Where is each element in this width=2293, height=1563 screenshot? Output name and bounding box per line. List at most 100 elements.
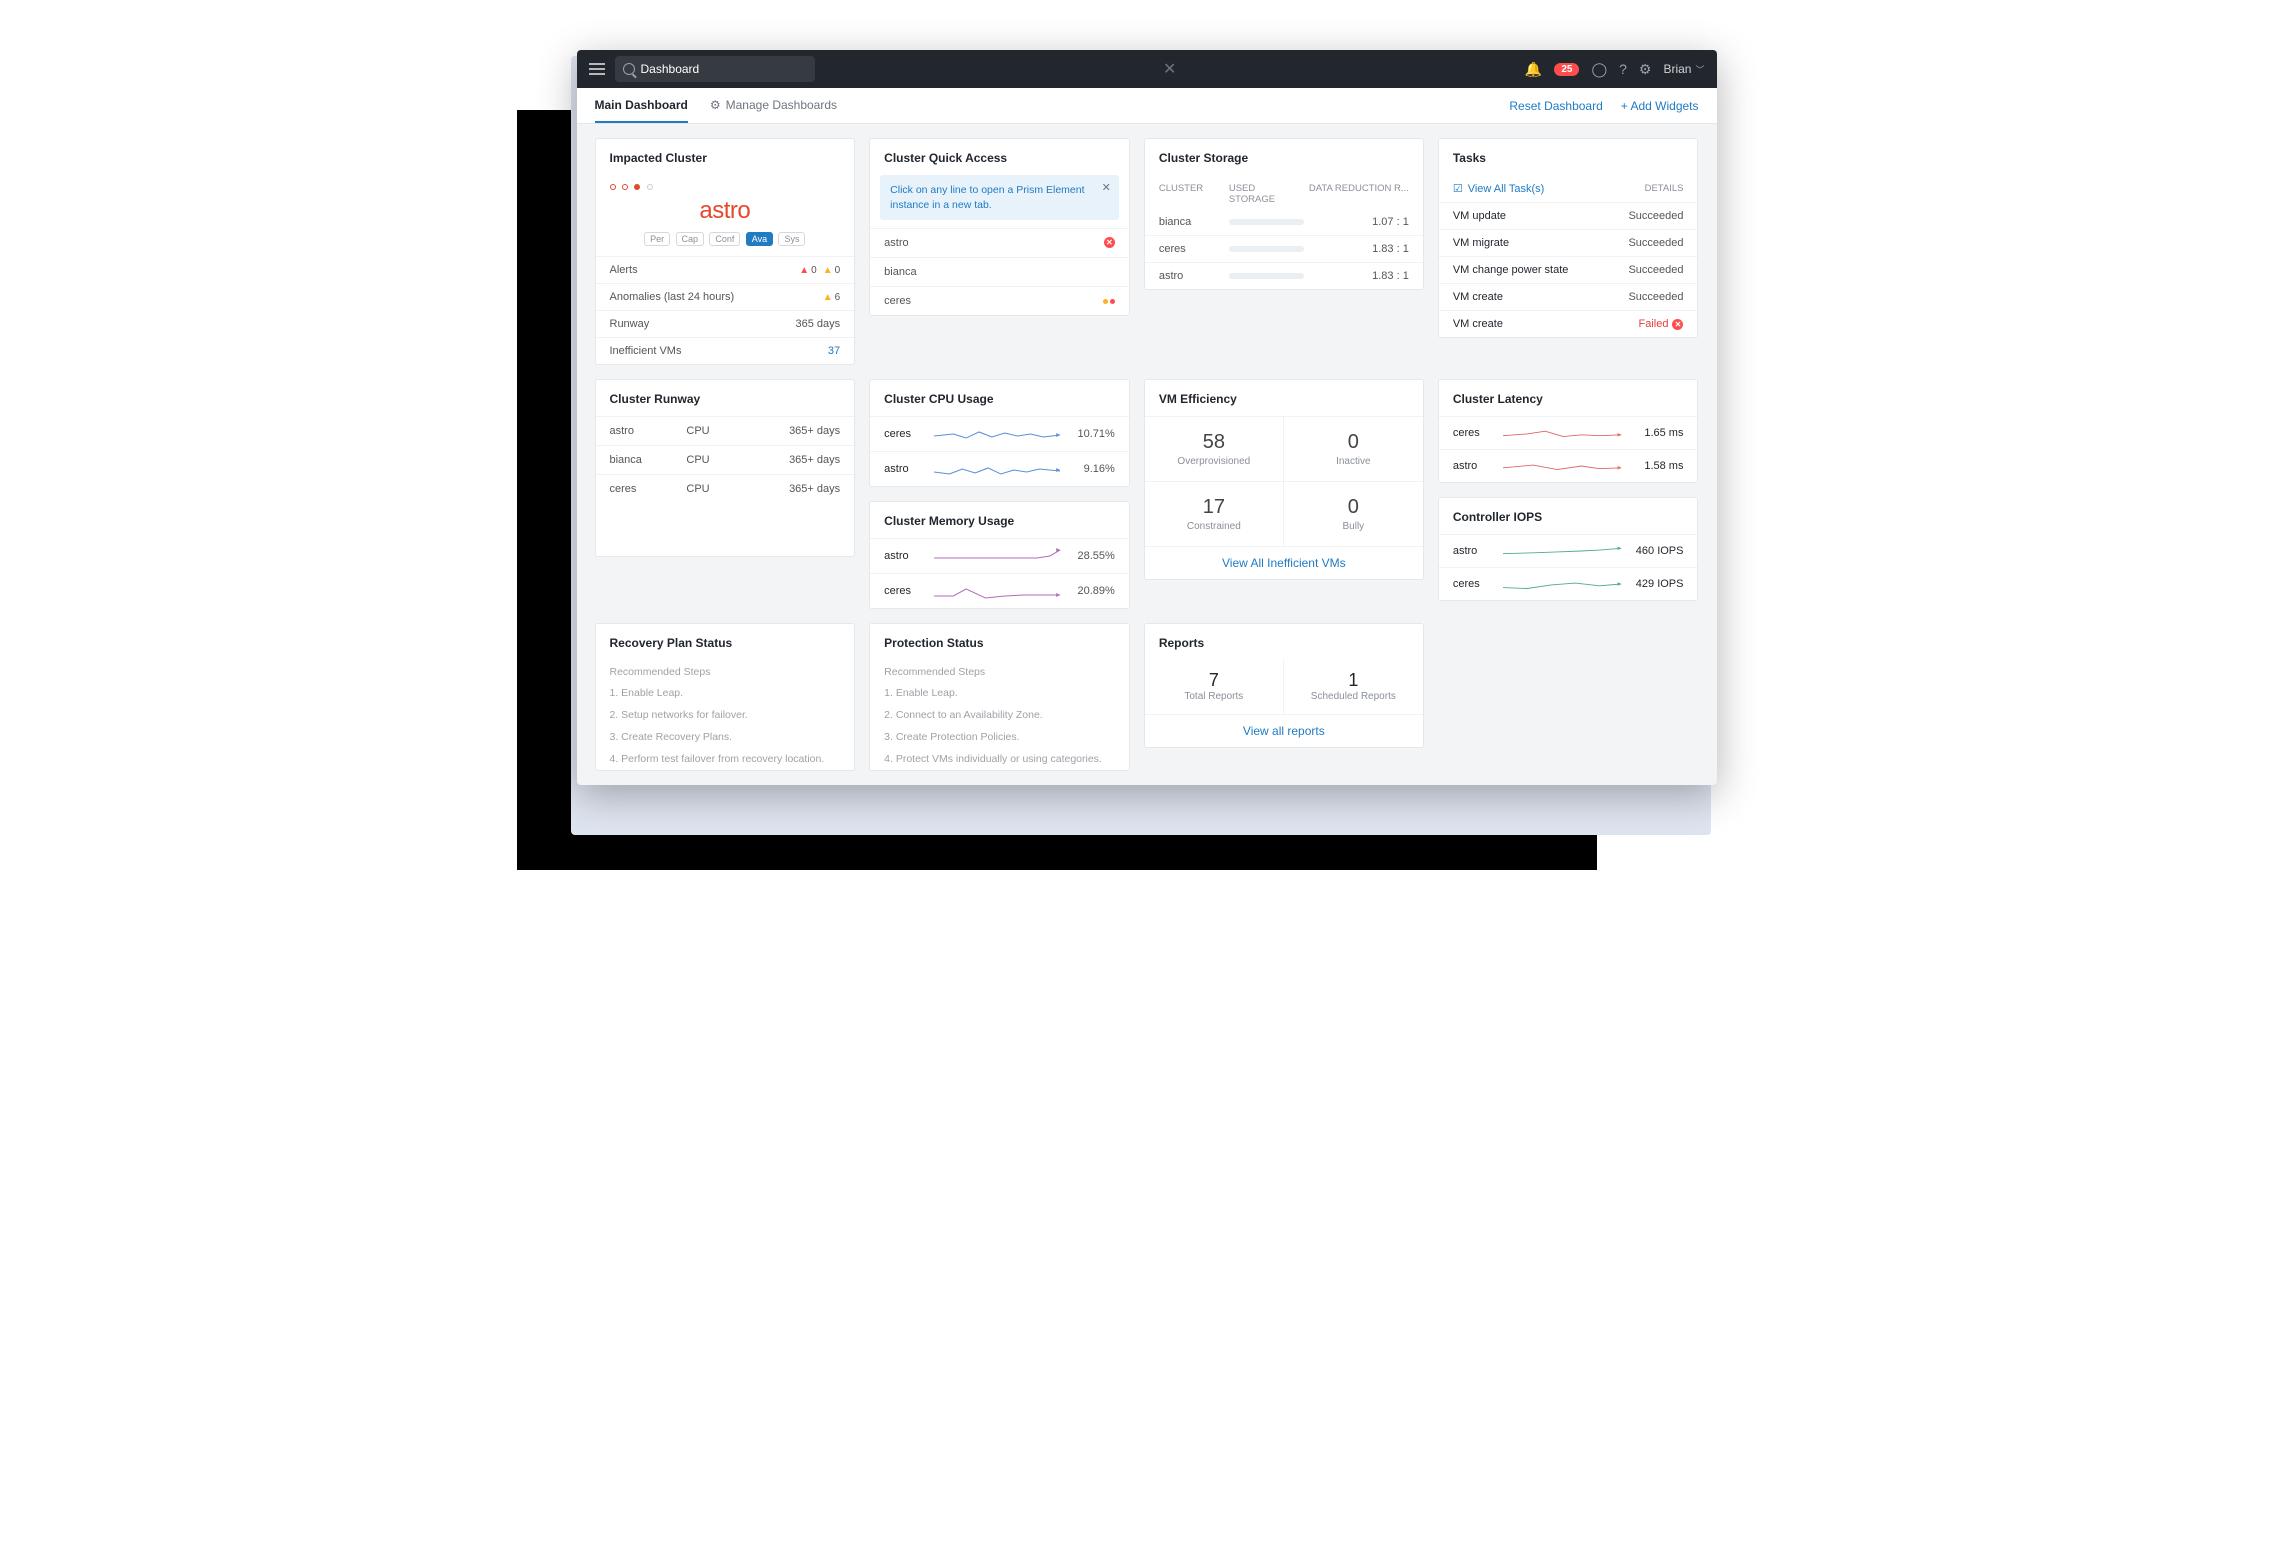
storage-row[interactable]: astro1.83 : 1	[1145, 262, 1423, 289]
alerts-label: Alerts	[610, 264, 638, 276]
recovery-plan-card: Recovery Plan Status Recommended Steps 1…	[595, 623, 856, 771]
inefficient-value: 37	[828, 345, 840, 357]
cluster-name: bianca	[1159, 216, 1229, 228]
memory-row[interactable]: astro28.55%	[870, 538, 1129, 573]
quick-access-item[interactable]: ceres	[870, 286, 1129, 315]
total-reports-cell[interactable]: 7 Total Reports	[1145, 660, 1284, 714]
search-icon	[623, 63, 635, 75]
manage-dashboards-label: Manage Dashboards	[726, 98, 837, 112]
reports-card: Reports 7 Total Reports 1 Scheduled Repo…	[1144, 623, 1424, 748]
menu-icon[interactable]	[589, 63, 605, 75]
view-all-tasks-link[interactable]: ☑ View All Task(s)	[1453, 182, 1545, 195]
close-icon[interactable]: ✕	[1102, 181, 1111, 196]
cluster-name: astro	[1159, 270, 1229, 282]
quick-access-item[interactable]: astro ✕	[870, 228, 1129, 257]
card-title: Recovery Plan Status	[596, 624, 855, 660]
task-row[interactable]: VM migrateSucceeded	[1439, 229, 1698, 256]
cpu-row[interactable]: ceres10.71%	[870, 416, 1129, 451]
cluster-selector-dots[interactable]	[596, 175, 855, 195]
iops-row[interactable]: astro460 IOPS	[1439, 534, 1698, 567]
vm-efficiency-card: VM Efficiency 58 Overprovisioned 0 Inact…	[1144, 379, 1424, 580]
sparkline-chart	[1503, 575, 1624, 593]
status-failed-icon: ✕	[1672, 319, 1683, 330]
cluster-runway-card: Cluster Runway astroCPU365+ daysbiancaCP…	[595, 379, 856, 557]
settings-gear-icon[interactable]: ⚙	[1639, 61, 1652, 78]
task-row[interactable]: VM createSucceeded	[1439, 283, 1698, 310]
manage-dashboards-link[interactable]: ⚙ Manage Dashboards	[710, 88, 837, 123]
anomalies-row[interactable]: Anomalies (last 24 hours) ▲ 6	[596, 283, 855, 310]
activity-icon[interactable]: ◯	[1591, 61, 1607, 78]
pill-per[interactable]: Per	[644, 232, 670, 246]
task-status: Succeeded	[1628, 291, 1683, 303]
view-all-reports-link[interactable]: View all reports	[1243, 724, 1325, 738]
alert-warning-icon: ▲	[823, 265, 833, 276]
runway-row[interactable]: ceresCPU365+ days	[596, 474, 855, 503]
iops-row[interactable]: ceres429 IOPS	[1439, 567, 1698, 600]
recommended-steps-label: Recommended Steps	[596, 660, 855, 682]
storage-row[interactable]: bianca 1.07 : 1	[1145, 209, 1423, 235]
pill-ava[interactable]: Ava	[746, 232, 773, 246]
task-name: VM update	[1453, 210, 1506, 222]
card-title: Cluster Memory Usage	[870, 502, 1129, 538]
user-menu[interactable]: Brian ﹀	[1663, 62, 1704, 76]
sparkline-chart	[1503, 457, 1624, 475]
runway-row[interactable]: astroCPU365+ days	[596, 416, 855, 445]
reduction-ratio: 1.83 : 1	[1304, 243, 1409, 255]
pill-conf[interactable]: Conf	[709, 232, 740, 246]
overprovisioned-cell[interactable]: 58 Overprovisioned	[1145, 416, 1284, 481]
card-title: Cluster CPU Usage	[870, 380, 1129, 416]
protection-status-card: Protection Status Recommended Steps 1. E…	[869, 623, 1130, 771]
chevron-down-icon: ﹀	[1695, 63, 1704, 76]
controller-iops-card: Controller IOPS astro460 IOPSceres429 IO…	[1438, 497, 1699, 601]
bell-icon[interactable]: 🔔	[1525, 61, 1542, 78]
memory-row[interactable]: ceres20.89%	[870, 573, 1129, 608]
tasks-card: Tasks ☑ View All Task(s) DETAILS VM upda…	[1438, 138, 1699, 338]
search-field[interactable]	[615, 56, 815, 82]
pill-sys[interactable]: Sys	[778, 232, 805, 246]
latency-row[interactable]: astro1.58 ms	[1439, 449, 1698, 482]
task-status: Succeeded	[1628, 210, 1683, 222]
scheduled-reports-cell[interactable]: 1 Scheduled Reports	[1284, 660, 1423, 714]
nutanix-logo-icon: ✕	[1163, 59, 1176, 79]
card-title: Tasks	[1439, 139, 1698, 175]
constrained-cell[interactable]: 17 Constrained	[1145, 481, 1284, 546]
notification-badge[interactable]: 25	[1554, 63, 1579, 76]
task-row[interactable]: VM createFailed ✕	[1439, 310, 1698, 337]
view-inefficient-vms-link[interactable]: View All Inefficient VMs	[1222, 556, 1346, 570]
cpu-usage-card: Cluster CPU Usage ceres10.71%astro9.16%	[869, 379, 1130, 487]
add-widgets-link[interactable]: + Add Widgets	[1621, 99, 1699, 113]
task-row[interactable]: VM change power stateSucceeded	[1439, 256, 1698, 283]
latency-row[interactable]: ceres1.65 ms	[1439, 416, 1698, 449]
task-row[interactable]: VM update Succeeded	[1439, 202, 1698, 229]
storage-row[interactable]: ceres1.83 : 1	[1145, 235, 1423, 262]
cpu-row[interactable]: astro9.16%	[870, 451, 1129, 486]
memory-usage-card: Cluster Memory Usage astro28.55%ceres20.…	[869, 501, 1130, 609]
top-bar: ✕ 🔔 25 ◯ ? ⚙ Brian ﹀	[577, 50, 1717, 88]
help-icon[interactable]: ?	[1619, 61, 1627, 77]
runway-row[interactable]: Runway 365 days	[596, 310, 855, 337]
quick-access-item[interactable]: bianca	[870, 257, 1129, 286]
category-pills: Per Cap Conf Ava Sys	[596, 231, 855, 256]
sparkline-chart	[1503, 424, 1624, 442]
task-name: VM create	[1453, 318, 1503, 330]
pill-cap[interactable]: Cap	[676, 232, 705, 246]
sparkline-chart	[1503, 542, 1624, 560]
sub-nav-bar: Main Dashboard ⚙ Manage Dashboards Reset…	[577, 88, 1717, 124]
alerts-row[interactable]: Alerts ▲0 ▲0	[596, 256, 855, 283]
reset-dashboard-link[interactable]: Reset Dashboard	[1509, 99, 1602, 113]
cluster-latency-card: Cluster Latency ceres1.65 msastro1.58 ms	[1438, 379, 1699, 483]
inactive-cell[interactable]: 0 Inactive	[1284, 416, 1423, 481]
anomalies-label: Anomalies (last 24 hours)	[610, 291, 735, 303]
inefficient-vms-row[interactable]: Inefficient VMs 37	[596, 337, 855, 364]
task-status: Succeeded	[1628, 264, 1683, 276]
banner-text: Click on any line to open a Prism Elemen…	[890, 184, 1084, 211]
alert-critical-icon: ▲	[799, 265, 809, 276]
protection-step: 3. Create Protection Policies.	[870, 726, 1129, 748]
status-warning-icon	[1101, 295, 1115, 307]
search-input[interactable]	[641, 62, 807, 76]
bully-cell[interactable]: 0 Bully	[1284, 481, 1423, 546]
inefficient-label: Inefficient VMs	[610, 345, 682, 357]
tab-main-dashboard[interactable]: Main Dashboard	[595, 88, 688, 123]
runway-row[interactable]: biancaCPU365+ days	[596, 445, 855, 474]
reduction-ratio: 1.07 : 1	[1304, 216, 1409, 228]
